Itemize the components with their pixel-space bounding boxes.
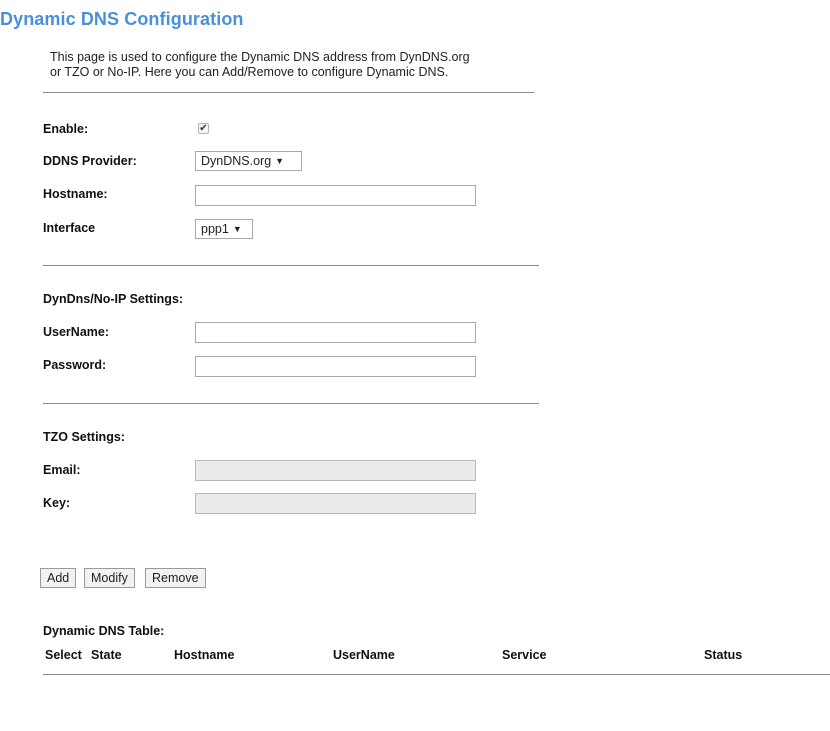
ddns-provider-select[interactable]: DynDNS.org ▼ bbox=[195, 151, 302, 171]
page-title: Dynamic DNS Configuration bbox=[0, 9, 244, 29]
column-header-service: Service bbox=[502, 648, 547, 662]
username-label: UserName: bbox=[43, 325, 110, 339]
ddns-table-title: Dynamic DNS Table: bbox=[43, 624, 165, 638]
table-divider bbox=[43, 674, 830, 675]
username-input[interactable] bbox=[195, 322, 476, 343]
column-header-username: UserName bbox=[333, 648, 395, 662]
dropdown-arrow-icon: ▼ bbox=[232, 224, 242, 234]
column-header-state: State bbox=[91, 648, 122, 662]
ddns-provider-value: DynDNS.org bbox=[201, 154, 272, 168]
interface-value: ppp1 bbox=[201, 222, 229, 236]
checkmark-icon: ✔ bbox=[199, 123, 208, 134]
ddns-config-page: Dynamic DNS Configuration This page is u… bbox=[0, 0, 830, 731]
email-label: Email: bbox=[43, 463, 81, 477]
page-description: This page is used to configure the Dynam… bbox=[50, 50, 570, 80]
password-input[interactable] bbox=[195, 356, 476, 377]
divider-top bbox=[43, 92, 534, 93]
column-header-hostname: Hostname bbox=[174, 648, 235, 662]
remove-button[interactable]: Remove bbox=[145, 568, 206, 588]
column-header-select: Select bbox=[45, 648, 82, 662]
email-input[interactable] bbox=[195, 460, 476, 481]
enable-checkbox[interactable]: ✔ bbox=[198, 123, 209, 134]
enable-label: Enable: bbox=[43, 122, 89, 136]
dropdown-arrow-icon: ▼ bbox=[275, 156, 285, 166]
tzo-section-label: TZO Settings: bbox=[43, 430, 125, 444]
key-input[interactable] bbox=[195, 493, 476, 514]
hostname-input[interactable] bbox=[195, 185, 476, 206]
password-label: Password: bbox=[43, 358, 107, 372]
description-line-2: or TZO or No-IP. Here you can Add/Remove… bbox=[50, 65, 449, 79]
column-header-status: Status bbox=[704, 648, 743, 662]
add-button[interactable]: Add bbox=[40, 568, 77, 588]
description-line-1: This page is used to configure the Dynam… bbox=[50, 50, 470, 64]
interface-select[interactable]: ppp1 ▼ bbox=[195, 219, 253, 239]
divider-general bbox=[43, 265, 539, 266]
modify-button[interactable]: Modify bbox=[84, 568, 135, 588]
dyndns-section-label: DynDns/No-IP Settings: bbox=[43, 292, 184, 306]
hostname-label: Hostname: bbox=[43, 187, 108, 201]
ddns-provider-label: DDNS Provider: bbox=[43, 154, 137, 168]
interface-label: Interface bbox=[43, 221, 96, 235]
key-label: Key: bbox=[43, 496, 71, 510]
divider-dyndns bbox=[43, 403, 539, 404]
